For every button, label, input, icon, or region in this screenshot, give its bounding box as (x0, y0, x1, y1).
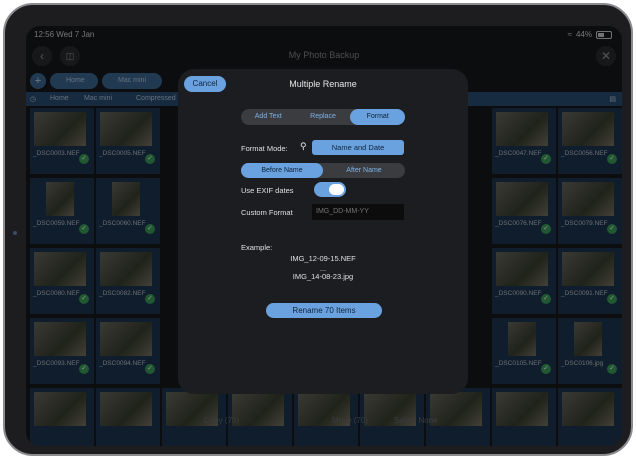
exif-label: Use EXIF dates (241, 186, 294, 195)
format-mode-label: Format Mode: (241, 144, 288, 153)
rename-items-button[interactable]: Rename 70 Items (266, 303, 382, 318)
rename-mode-tabs: Add Text Replace Format (241, 109, 406, 125)
camera-dot (13, 231, 17, 235)
exif-toggle[interactable] (314, 182, 346, 197)
before-name-option[interactable]: Before Name (241, 163, 323, 178)
custom-format-input[interactable] (312, 204, 404, 220)
screen: 12:56 Wed 7 Jan ≈ 44% ‹ ◫ My Photo Backu… (26, 26, 622, 446)
ipad-frame: 12:56 Wed 7 Jan ≈ 44% ‹ ◫ My Photo Backu… (3, 3, 633, 456)
example-filename-2: IMG_14-08-23.jpg (292, 272, 354, 281)
multiple-rename-dialog: Cancel Multiple Rename Add Text Replace … (178, 69, 468, 394)
example-label: Example: (241, 243, 273, 252)
tab-add-text[interactable]: Add Text (241, 109, 296, 125)
dialog-title: Multiple Rename (289, 79, 357, 89)
tab-format[interactable]: Format (350, 109, 406, 125)
format-mode-button[interactable]: Name and Date (312, 140, 404, 155)
after-name-option[interactable]: After Name (323, 163, 405, 178)
position-segmented-control: Before Name After Name (241, 163, 405, 178)
tab-replace[interactable]: Replace (296, 109, 351, 125)
lightbulb-icon[interactable]: ⚲ (300, 141, 307, 152)
custom-format-label: Custom Format (241, 208, 293, 217)
example-filename-1: IMG_12-09-15.NEF (290, 254, 356, 263)
